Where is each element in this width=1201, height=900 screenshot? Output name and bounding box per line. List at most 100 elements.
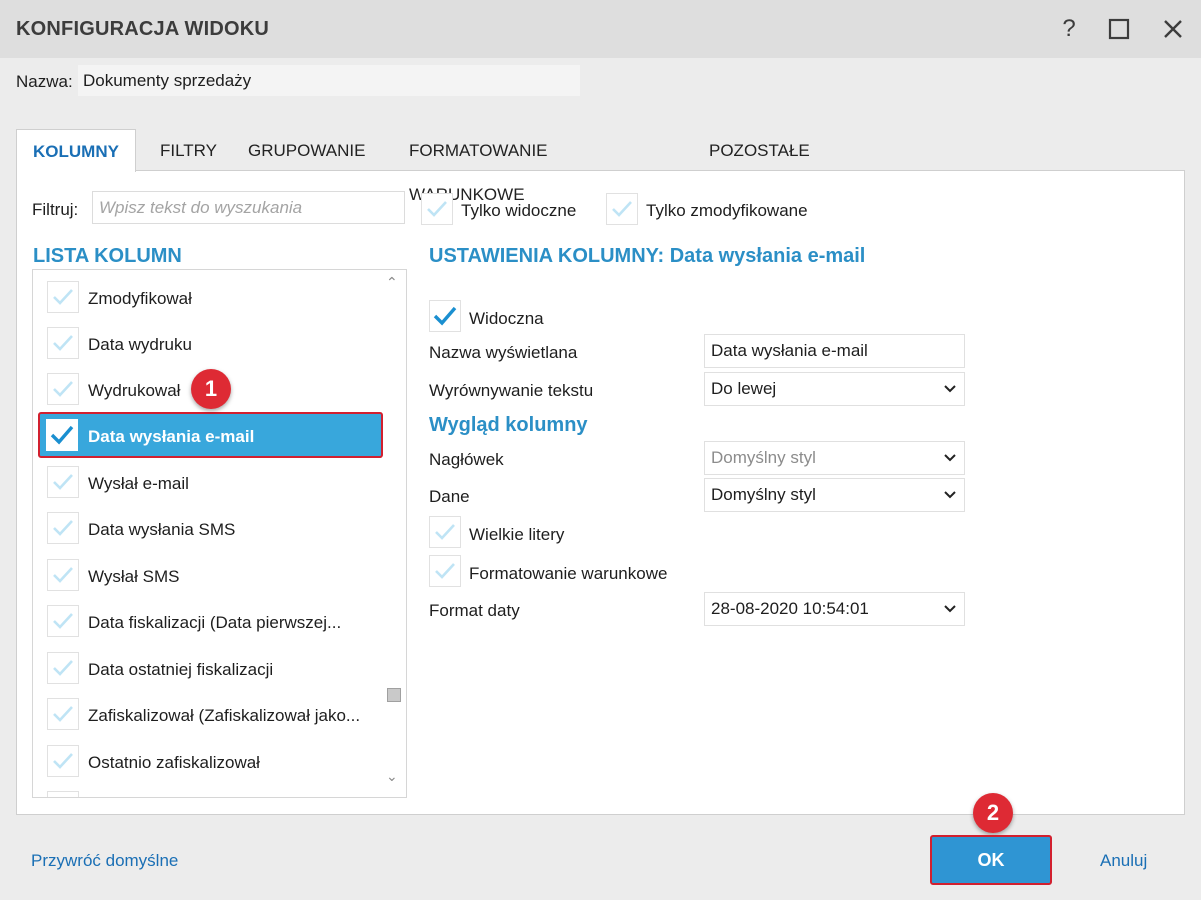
- close-button[interactable]: [1156, 12, 1190, 46]
- list-item[interactable]: Data ostatniej fiskalizacji: [33, 645, 383, 691]
- filter-search-input[interactable]: [92, 191, 405, 224]
- column-list-title: LISTA KOLUMN: [33, 245, 182, 267]
- display-name-label: Nazwa wyświetlana: [429, 343, 578, 362]
- list-scrollbar[interactable]: ⌃ ⌄: [380, 272, 405, 796]
- header-style-value: Domyślny styl: [711, 448, 816, 467]
- appearance-title: Wygląd kolumny: [429, 414, 588, 436]
- header-style-label: Nagłówek: [429, 450, 504, 469]
- maximize-icon: [1108, 18, 1130, 40]
- visible-checkbox[interactable]: [429, 300, 461, 332]
- list-item-label: Data wysłania SMS: [88, 520, 236, 539]
- scroll-thumb[interactable]: [387, 688, 401, 702]
- tab-formatowanie-warunkowe[interactable]: FORMATOWANIE WARUNKOWE: [409, 129, 548, 204]
- date-format-dropdown[interactable]: 28-08-2020 10:54:01: [704, 592, 965, 626]
- column-checkbox: [47, 791, 79, 797]
- align-dropdown[interactable]: Do lewej: [704, 372, 965, 406]
- check-light-icon: [53, 753, 73, 769]
- scroll-down-icon[interactable]: ⌄: [386, 768, 398, 785]
- list-item-label: Ostatnio zafiskalizował: [88, 753, 260, 772]
- list-item-label: Data wydruku: [88, 335, 192, 354]
- column-checkbox[interactable]: [47, 512, 79, 544]
- only-visible-checkbox[interactable]: [421, 193, 453, 225]
- chevron-down-icon: [944, 479, 956, 522]
- maximize-button[interactable]: [1102, 12, 1136, 46]
- list-item-label: Data ostatniej fiskalizacji: [88, 660, 274, 679]
- list-item-label: Wydrukował: [88, 381, 181, 400]
- align-label: Wyrównywanie tekstu: [429, 381, 594, 400]
- tab-filtry[interactable]: FILTRY: [160, 129, 217, 171]
- restore-defaults-link[interactable]: Przywróć domyślne: [31, 851, 178, 871]
- conditional-format-label: Formatowanie warunkowe: [469, 564, 668, 583]
- chevron-down-icon: [944, 373, 956, 416]
- data-style-dropdown[interactable]: Domyślny styl: [704, 478, 965, 512]
- only-modified-checkbox[interactable]: [606, 193, 638, 225]
- tab-grupowanie[interactable]: GRUPOWANIE: [248, 129, 365, 171]
- check-light-icon: [53, 335, 73, 351]
- data-style-label: Dane: [429, 487, 470, 506]
- column-list: Zmodyfikował Data wydruku Wydrukował Dat…: [32, 269, 407, 798]
- list-item-label: Wysłał SMS: [88, 567, 180, 586]
- list-item[interactable]: Zafiskalizował (Zafiskalizował jako...: [33, 691, 383, 737]
- list-item[interactable]: Ostatnio zafiskalizował: [33, 738, 383, 784]
- name-label: Nazwa:: [16, 72, 73, 91]
- column-checkbox[interactable]: [47, 281, 79, 313]
- list-item-label: Data wysłania e-mail: [88, 427, 255, 446]
- help-button[interactable]: ?: [1052, 12, 1086, 46]
- column-checkbox[interactable]: [47, 605, 79, 637]
- only-modified-label: Tylko zmodyfikowane: [646, 201, 808, 220]
- header-style-dropdown[interactable]: Domyślny styl: [704, 441, 965, 475]
- data-style-value: Domyślny styl: [711, 485, 816, 504]
- scroll-up-icon[interactable]: ⌃: [386, 274, 398, 291]
- settings-title: USTAWIENIA KOLUMNY: Data wysłania e-mail: [429, 245, 866, 267]
- check-light-icon: [612, 201, 632, 217]
- list-item-label: Zafiskalizował (Zafiskalizował jako...: [88, 706, 361, 725]
- check-light-icon: [53, 474, 73, 490]
- window-title: KONFIGURACJA WIDOKU: [16, 18, 270, 40]
- column-checkbox[interactable]: [47, 373, 79, 405]
- column-checkbox[interactable]: [47, 466, 79, 498]
- step-badge-1: 1: [191, 369, 231, 409]
- conditional-format-checkbox[interactable]: [429, 555, 461, 587]
- check-light-icon: [435, 563, 455, 579]
- list-item[interactable]: Data wysłania SMS: [33, 505, 383, 551]
- chevron-down-icon: [944, 593, 956, 636]
- uppercase-label: Wielkie litery: [469, 525, 565, 544]
- list-item-partial: [33, 784, 383, 797]
- check-light-icon: [53, 613, 73, 629]
- list-item[interactable]: Data wydruku: [33, 320, 383, 366]
- column-checkbox[interactable]: [47, 559, 79, 591]
- check-light-icon: [53, 381, 73, 397]
- step-badge-2: 2: [973, 793, 1013, 833]
- date-format-label: Format daty: [429, 601, 520, 620]
- only-visible-label: Tylko widoczne: [461, 201, 577, 220]
- column-checkbox[interactable]: [47, 652, 79, 684]
- check-light-icon: [53, 706, 73, 722]
- column-checkbox[interactable]: [47, 327, 79, 359]
- check-light-icon: [427, 201, 447, 217]
- ok-button[interactable]: OK: [930, 835, 1052, 885]
- tab-pozostale[interactable]: POZOSTAŁE: [709, 129, 810, 171]
- check-light-icon: [53, 660, 73, 676]
- date-format-value: 28-08-2020 10:54:01: [711, 599, 869, 618]
- uppercase-checkbox[interactable]: [429, 516, 461, 548]
- close-icon: [1164, 20, 1182, 38]
- check-light-icon: [53, 289, 73, 305]
- list-item[interactable]: Wysłał SMS: [33, 552, 383, 598]
- check-light-icon: [53, 567, 73, 583]
- cancel-link[interactable]: Anuluj: [1100, 851, 1147, 871]
- visible-label: Widoczna: [469, 309, 544, 328]
- check-light-icon: [435, 524, 455, 540]
- list-item-selected[interactable]: Data wysłania e-mail: [38, 412, 383, 458]
- list-item-label: Zmodyfikował: [88, 289, 192, 308]
- display-name-input[interactable]: Data wysłania e-mail: [704, 334, 965, 368]
- column-checkbox[interactable]: [47, 745, 79, 777]
- list-item[interactable]: Wysłał e-mail: [33, 459, 383, 505]
- list-item-label: Data fiskalizacji (Data pierwszej...: [88, 613, 342, 632]
- align-value: Do lewej: [711, 379, 777, 398]
- column-checkbox[interactable]: [47, 698, 79, 730]
- list-item[interactable]: Zmodyfikował: [33, 274, 383, 320]
- column-checkbox[interactable]: [46, 419, 78, 451]
- tab-kolumny[interactable]: KOLUMNY: [16, 129, 136, 172]
- name-field[interactable]: Dokumenty sprzedaży: [78, 65, 580, 96]
- list-item[interactable]: Data fiskalizacji (Data pierwszej...: [33, 598, 383, 644]
